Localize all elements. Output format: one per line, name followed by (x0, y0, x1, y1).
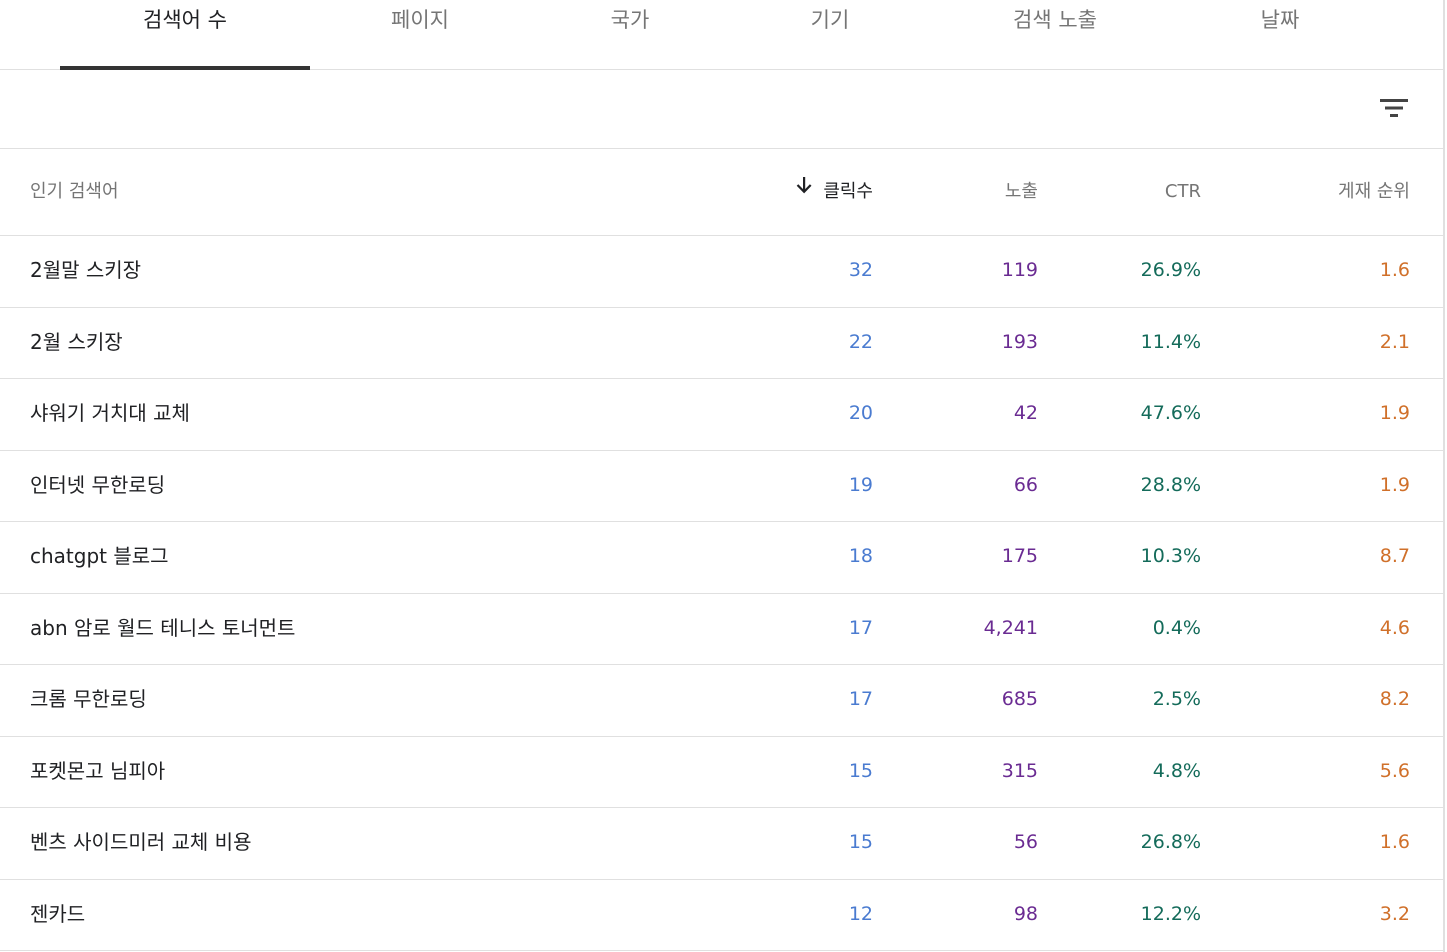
impressions-cell: 315 (1001, 759, 1038, 782)
table-row[interactable]: 인터넷 무한로딩 19 66 28.8% 1.9 (0, 451, 1445, 522)
position-cell: 5.6 (1379, 759, 1410, 782)
ctr-cell: 26.8% (1140, 831, 1201, 853)
query-cell: 크롬 무한로딩 (30, 687, 147, 711)
tab-pages[interactable]: 페이지 (310, 0, 530, 70)
queries-table: 인기 검색어 클릭수 노출 CTR 게재 순위 2월말 스키장 32 119 26.9… (0, 149, 1445, 951)
clicks-cell: 19 (848, 473, 873, 496)
filter-list-icon (1380, 99, 1408, 117)
impressions-cell: 685 (1001, 688, 1038, 710)
position-cell: 1.9 (1379, 402, 1410, 424)
dimension-tabs: 검색어 수 페이지 국가 기기 검색 노출 날짜 (0, 0, 1445, 70)
query-cell: 인터넷 무한로딩 (30, 472, 166, 497)
position-cell: 3.2 (1379, 902, 1410, 925)
ctr-cell: 11.4% (1140, 330, 1201, 353)
query-cell: 2월 스키장 (30, 329, 123, 354)
table-row[interactable]: 젠카드 12 98 12.2% 3.2 (0, 880, 1445, 951)
query-cell: chatgpt 블로그 (30, 544, 169, 568)
header-position[interactable]: 게재 순위 (1210, 149, 1410, 235)
tab-countries[interactable]: 국가 (530, 0, 730, 70)
impressions-cell: 42 (1013, 402, 1038, 424)
ctr-cell: 12.2% (1140, 902, 1201, 925)
position-cell: 1.6 (1379, 831, 1410, 853)
query-cell: abn 암로 월드 테니스 토너먼트 (30, 615, 296, 640)
position-cell: 2.1 (1379, 330, 1410, 353)
clicks-cell: 17 (848, 616, 873, 639)
impressions-cell: 66 (1013, 473, 1038, 496)
position-cell: 1.6 (1379, 259, 1410, 281)
table-row[interactable]: 2월말 스키장 32 119 26.9% 1.6 (0, 236, 1445, 308)
header-ctr[interactable]: CTR (1045, 149, 1201, 235)
clicks-cell: 15 (848, 831, 873, 853)
clicks-cell: 12 (848, 902, 873, 925)
table-row[interactable]: 2월 스키장 22 193 11.4% 2.1 (0, 308, 1445, 379)
table-row[interactable]: 포켓몬고 님피아 15 315 4.8% 5.6 (0, 737, 1445, 808)
position-cell: 4.6 (1379, 616, 1410, 639)
query-cell: 포켓몬고 님피아 (30, 758, 166, 783)
ctr-cell: 4.8% (1152, 759, 1201, 782)
table-body: 2월말 스키장 32 119 26.9% 1.6 2월 스키장 22 193 11.4% 2.1 샤… (0, 236, 1445, 951)
clicks-cell: 18 (848, 545, 873, 567)
impressions-cell: 56 (1013, 831, 1038, 853)
ctr-cell: 10.3% (1140, 545, 1201, 567)
filter-button[interactable] (1376, 90, 1412, 126)
clicks-cell: 20 (848, 402, 873, 424)
impressions-cell: 175 (1001, 545, 1038, 567)
query-cell: 샤워기 거치대 교체 (30, 401, 190, 425)
position-cell: 8.2 (1379, 688, 1410, 710)
header-clicks-label: 클릭수 (823, 181, 873, 202)
position-cell: 8.7 (1379, 545, 1410, 567)
impressions-cell: 98 (1013, 902, 1038, 925)
clicks-cell: 22 (848, 330, 873, 353)
tab-devices[interactable]: 기기 (730, 0, 930, 70)
clicks-cell: 32 (848, 259, 873, 281)
ctr-cell: 2.5% (1152, 688, 1201, 710)
ctr-cell: 0.4% (1152, 616, 1201, 639)
tab-dates[interactable]: 날짜 (1180, 0, 1380, 70)
header-top-queries: 인기 검색어 (30, 181, 119, 202)
clicks-cell: 17 (848, 688, 873, 710)
ctr-cell: 47.6% (1140, 402, 1201, 424)
query-cell: 벤츠 사이드미러 교체 비용 (30, 830, 252, 854)
table-row[interactable]: abn 암로 월드 테니스 토너먼트 17 4,241 0.4% 4.6 (0, 594, 1445, 665)
arrow-down-icon (795, 147, 813, 233)
position-cell: 1.9 (1379, 473, 1410, 496)
table-row[interactable]: chatgpt 블로그 18 175 10.3% 8.7 (0, 522, 1445, 594)
ctr-cell: 26.9% (1140, 259, 1201, 281)
impressions-cell: 119 (1001, 259, 1038, 281)
header-impressions[interactable]: 노출 (880, 149, 1038, 235)
query-cell: 2월말 스키장 (30, 258, 142, 282)
table-row[interactable]: 샤워기 거치대 교체 20 42 47.6% 1.9 (0, 379, 1445, 451)
table-header: 인기 검색어 클릭수 노출 CTR 게재 순위 (0, 149, 1445, 236)
table-row[interactable]: 벤츠 사이드미러 교체 비용 15 56 26.8% 1.6 (0, 808, 1445, 880)
header-clicks[interactable]: 클릭수 (700, 149, 873, 235)
clicks-cell: 15 (848, 759, 873, 782)
tab-queries[interactable]: 검색어 수 (60, 0, 310, 70)
table-toolbar (0, 70, 1445, 149)
impressions-cell: 193 (1001, 330, 1038, 353)
tab-search-appearance[interactable]: 검색 노출 (930, 0, 1180, 70)
search-results-panel: 검색어 수 페이지 국가 기기 검색 노출 날짜 인기 검색어 클릭수 노출 C… (0, 0, 1445, 952)
ctr-cell: 28.8% (1140, 473, 1201, 496)
table-row[interactable]: 크롬 무한로딩 17 685 2.5% 8.2 (0, 665, 1445, 737)
query-cell: 젠카드 (30, 901, 86, 926)
impressions-cell: 4,241 (983, 616, 1038, 639)
